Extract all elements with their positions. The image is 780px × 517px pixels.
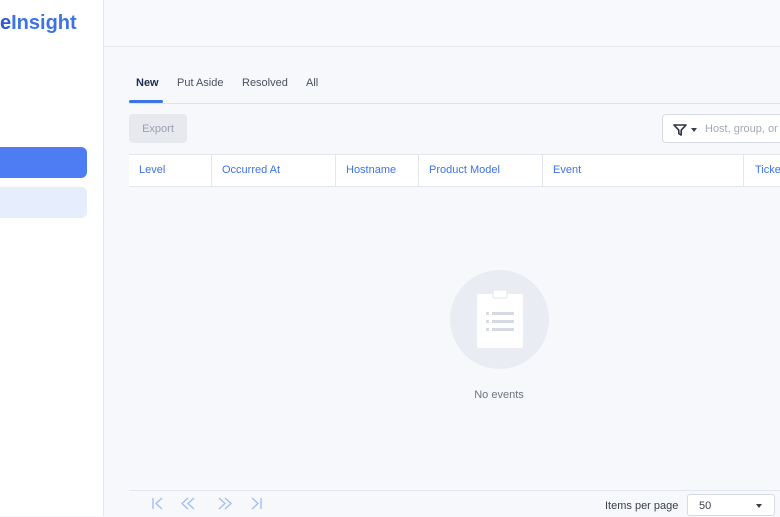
previous-page-icon[interactable] xyxy=(180,497,195,513)
column-divider xyxy=(418,155,419,186)
clipboard-icon xyxy=(474,289,526,355)
next-page-icon[interactable] xyxy=(218,497,233,513)
tab-all[interactable]: All xyxy=(306,77,318,89)
active-tab-indicator xyxy=(129,100,163,103)
items-per-page-label: Items per page xyxy=(605,500,679,512)
column-header-ticket[interactable]: Ticket xyxy=(755,155,780,186)
column-header-hostname[interactable]: Hostname xyxy=(346,155,396,186)
filter-icon[interactable] xyxy=(673,123,687,141)
items-per-page-select[interactable]: 50 xyxy=(687,494,775,516)
column-header-event[interactable]: Event xyxy=(553,155,581,186)
top-bar xyxy=(104,0,780,47)
column-header-occurred-at[interactable]: Occurred At xyxy=(222,155,280,186)
column-header-product-model[interactable]: Product Model xyxy=(429,155,500,186)
sidebar-item-active[interactable] xyxy=(0,147,87,178)
chevron-down-icon xyxy=(756,504,762,508)
column-divider xyxy=(335,155,336,186)
column-header-level[interactable]: Level xyxy=(139,155,165,186)
sidebar: eInsight xyxy=(0,0,104,516)
chevron-down-icon[interactable] xyxy=(691,128,697,132)
app-logo: eInsight xyxy=(0,12,77,35)
first-page-icon[interactable] xyxy=(151,497,164,513)
brand-name: Insight xyxy=(11,12,77,34)
items-per-page-value: 50 xyxy=(699,500,712,512)
last-page-icon[interactable] xyxy=(250,497,263,513)
pagination-bar: Items per page 50 xyxy=(129,490,780,517)
tab-new[interactable]: New xyxy=(136,77,159,89)
brand-prefix: e xyxy=(0,12,12,34)
table-header: Level Occurred At Hostname Product Model… xyxy=(129,154,780,187)
column-divider xyxy=(743,155,744,186)
search-input[interactable] xyxy=(705,119,780,139)
column-divider xyxy=(211,155,212,186)
tab-put-aside[interactable]: Put Aside xyxy=(177,77,223,89)
sidebar-item[interactable] xyxy=(0,187,87,218)
tab-bar: New Put Aside Resolved All xyxy=(129,64,780,104)
tab-resolved[interactable]: Resolved xyxy=(242,77,288,89)
search-box[interactable] xyxy=(662,114,780,143)
empty-state-message: No events xyxy=(474,389,524,401)
empty-state-illustration xyxy=(450,270,549,369)
export-button[interactable]: Export xyxy=(129,114,187,143)
column-divider xyxy=(542,155,543,186)
